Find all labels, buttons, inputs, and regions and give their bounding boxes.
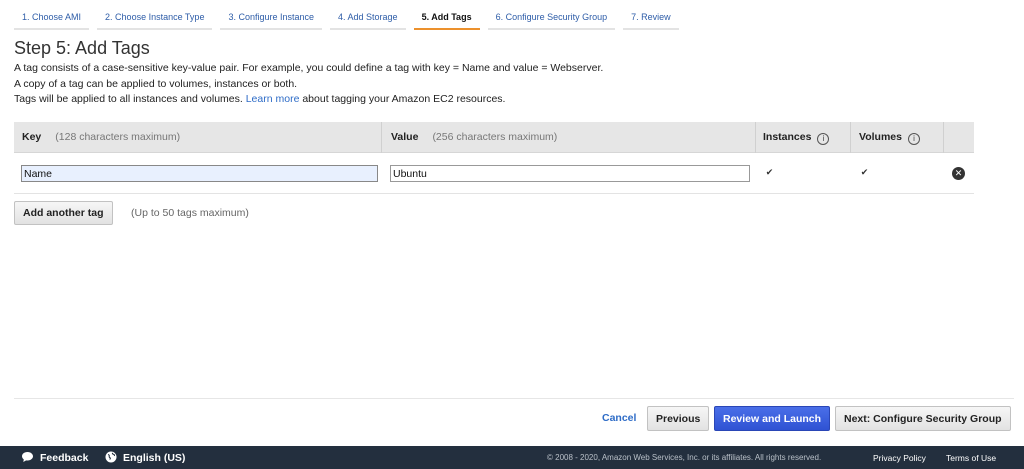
review-and-launch-button[interactable]: Review and Launch xyxy=(714,406,831,431)
wizard-steps: 1. Choose AMI 2. Choose Instance Type 3.… xyxy=(14,8,687,30)
step-choose-ami[interactable]: 1. Choose AMI xyxy=(14,8,90,30)
description-line-3-start: Tags will be applied to all instances an… xyxy=(14,93,243,105)
info-icon[interactable]: i xyxy=(907,133,920,145)
page-description: A tag consists of a case-sensitive key-v… xyxy=(14,61,603,108)
column-divider xyxy=(943,122,944,153)
tag-limit-note: (Up to 50 tags maximum) xyxy=(131,207,249,219)
next-configure-security-group-button[interactable]: Next: Configure Security Group xyxy=(835,406,1011,431)
privacy-policy-link[interactable]: Privacy Policy xyxy=(873,453,926,463)
language-label: English (US) xyxy=(123,452,186,464)
step-add-storage[interactable]: 4. Add Storage xyxy=(330,8,406,30)
value-header-label: Value xyxy=(391,131,419,143)
description-line-1: A tag consists of a case-sensitive key-v… xyxy=(14,62,604,74)
remove-tag-icon[interactable]: ✕ xyxy=(952,167,965,180)
language-selector[interactable]: English (US) xyxy=(105,451,185,464)
divider xyxy=(14,398,1014,399)
speech-bubble-icon xyxy=(22,452,33,462)
column-divider xyxy=(381,122,382,153)
feedback-label: Feedback xyxy=(40,452,89,464)
key-header-label: Key xyxy=(22,131,42,143)
globe-icon xyxy=(105,451,117,463)
learn-more-link[interactable]: Learn more xyxy=(246,93,300,105)
cancel-button[interactable]: Cancel xyxy=(602,412,636,424)
info-icon[interactable]: i xyxy=(817,133,830,145)
table-row: ✔ ✔ ✕ xyxy=(14,153,974,194)
instances-column-header: Instances i xyxy=(763,122,830,153)
column-divider xyxy=(850,122,851,153)
tag-value-input[interactable] xyxy=(390,165,750,182)
description-line-3: Tags will be applied to all instances an… xyxy=(14,92,603,108)
column-divider xyxy=(755,122,756,153)
volumes-header-label: Volumes xyxy=(859,131,902,143)
previous-button[interactable]: Previous xyxy=(647,406,710,431)
volumes-checkbox[interactable]: ✔ xyxy=(860,168,869,177)
step-configure-instance[interactable]: 3. Configure Instance xyxy=(220,8,323,30)
terms-of-use-link[interactable]: Terms of Use xyxy=(946,453,996,463)
step-configure-security-group[interactable]: 6. Configure Security Group xyxy=(487,8,616,30)
description-line-3-end: about tagging your Amazon EC2 resources. xyxy=(302,93,506,105)
description-line-2: A copy of a tag can be applied to volume… xyxy=(14,77,298,90)
instances-checkbox[interactable]: ✔ xyxy=(765,168,774,177)
add-another-tag-button[interactable]: Add another tag xyxy=(14,201,113,225)
copyright-text: © 2008 - 2020, Amazon Web Services, Inc.… xyxy=(547,453,822,462)
feedback-button[interactable]: Feedback xyxy=(21,451,88,464)
step-choose-instance-type[interactable]: 2. Choose Instance Type xyxy=(97,8,213,30)
value-column-header: Value (256 characters maximum) xyxy=(391,122,557,153)
instances-header-label: Instances xyxy=(763,131,812,143)
key-header-hint: (128 characters maximum) xyxy=(55,131,181,143)
page-title: Step 5: Add Tags xyxy=(14,38,150,58)
tags-table-header: Key (128 characters maximum) Value (256 ch… xyxy=(14,122,974,153)
key-column-header: Key (128 characters maximum) xyxy=(22,122,180,153)
footer: Feedback English (US) © 2008 - 2020, Ama… xyxy=(0,446,1024,469)
tag-key-input[interactable] xyxy=(21,165,378,182)
volumes-column-header: Volumes i xyxy=(859,122,920,153)
step-review[interactable]: 7. Review xyxy=(623,8,679,30)
value-header-hint: (256 characters maximum) xyxy=(432,131,558,143)
step-add-tags[interactable]: 5. Add Tags xyxy=(413,8,480,30)
